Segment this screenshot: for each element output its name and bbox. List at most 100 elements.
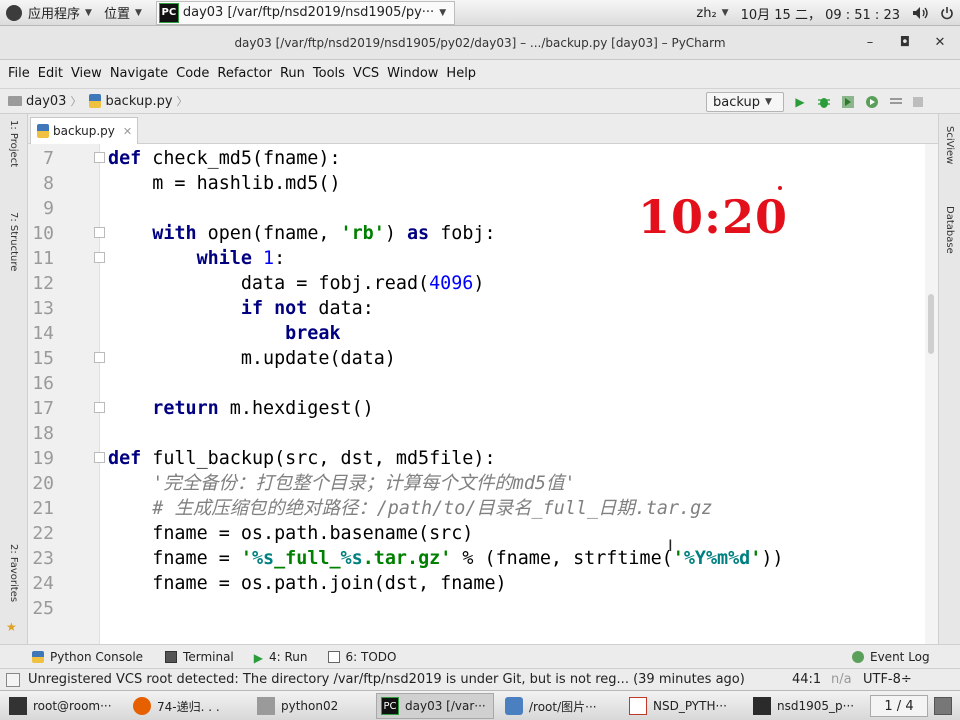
todo-icon bbox=[327, 650, 340, 663]
maximize-button[interactable]: ◘ bbox=[895, 35, 915, 50]
structure-tool-tab[interactable]: 7: Structure bbox=[8, 212, 19, 271]
coverage-icon[interactable] bbox=[840, 94, 856, 110]
clock[interactable]: 10月 15 二， 09 : 51 : 23 bbox=[735, 0, 906, 26]
taskbar-item-label: nsd1905_p··· bbox=[777, 699, 855, 713]
fold-marker[interactable] bbox=[94, 252, 105, 263]
code-editor[interactable]: 7 8 9 10 11 12 13 14 15 16 17 18 19 20 2… bbox=[28, 144, 938, 644]
stop-icon[interactable] bbox=[910, 94, 926, 110]
taskbar-item-document[interactable]: NSD_PYTH··· bbox=[624, 693, 742, 719]
fold-marker[interactable] bbox=[94, 352, 105, 363]
concurrency-icon[interactable] bbox=[888, 94, 904, 110]
editor-tab-backup[interactable]: backup.py ✕ bbox=[30, 117, 138, 144]
comment: # 生成压缩包的绝对路径：/path/to/目录名_full_日期.tar.gz bbox=[152, 498, 713, 519]
fold-marker[interactable] bbox=[94, 402, 105, 413]
number-literal: 1 bbox=[263, 248, 275, 269]
pycharm-icon: PC bbox=[158, 2, 179, 23]
menu-code[interactable]: Code bbox=[172, 66, 213, 81]
close-icon[interactable]: ✕ bbox=[123, 125, 132, 138]
taskbar-item-video[interactable]: nsd1905_p··· bbox=[748, 693, 862, 719]
taskbar-item-firefox[interactable]: 74-递归. . . bbox=[128, 693, 246, 719]
terminal-label: Terminal bbox=[183, 649, 234, 664]
run-tool-button[interactable]: ▶ 4: Run bbox=[254, 650, 308, 665]
breadcrumb-file[interactable]: backup.py 〉 bbox=[81, 93, 188, 109]
fold-marker[interactable] bbox=[94, 227, 105, 238]
active-window-button[interactable]: PC day03 [/var/ftp/nsd2019/nsd1905/py···… bbox=[155, 0, 456, 25]
line-separator[interactable]: n/a bbox=[831, 672, 852, 687]
taskbar-item-pycharm[interactable]: PC day03 [/var··· bbox=[376, 693, 494, 719]
menu-file[interactable]: File bbox=[4, 66, 34, 81]
breadcrumb-project[interactable]: day03 〉 bbox=[0, 93, 81, 109]
code-line: if not data: bbox=[108, 296, 374, 321]
run-icon[interactable]: ▶ bbox=[792, 94, 808, 110]
project-tool-tab[interactable]: 1: Project bbox=[8, 120, 19, 167]
menu-window[interactable]: Window bbox=[383, 66, 442, 81]
line-number: 11 bbox=[32, 248, 54, 269]
taskbar-item-files[interactable]: python02 bbox=[252, 693, 370, 719]
event-log-button[interactable]: Event Log bbox=[852, 650, 930, 664]
line-number: 10 bbox=[32, 223, 54, 244]
taskbar-item-images[interactable]: /root/图片··· bbox=[500, 693, 618, 719]
menu-vcs[interactable]: VCS bbox=[349, 66, 383, 81]
chevron-down-icon: ▼ bbox=[765, 97, 772, 107]
fold-marker[interactable] bbox=[94, 452, 105, 463]
menu-run[interactable]: Run bbox=[276, 66, 309, 81]
line-number: 24 bbox=[32, 573, 54, 594]
code-line: data = fobj.read(4096) bbox=[108, 271, 485, 296]
string-literal: ' bbox=[240, 548, 252, 569]
overlay-time-annotation: 10:20 bbox=[638, 190, 789, 244]
run-configuration-select[interactable]: backup ▼ bbox=[706, 92, 784, 112]
code-line: fname = os.path.join(dst, fname) bbox=[108, 573, 507, 594]
taskbar-item-terminal[interactable]: root@room··· bbox=[4, 693, 122, 719]
code-line: fname = '%s_full_%s.tar.gz' % (fname, st… bbox=[108, 546, 783, 571]
show-desktop-icon[interactable] bbox=[934, 697, 952, 715]
line-number: 15 bbox=[32, 348, 54, 369]
editor-scrollbar[interactable] bbox=[925, 144, 938, 644]
input-method-label: zh₂ bbox=[696, 5, 717, 21]
applications-menu[interactable]: 应用程序 ▼ bbox=[0, 0, 98, 26]
status-message[interactable]: Unregistered VCS root detected: The dire… bbox=[28, 672, 745, 687]
string-literal: ' bbox=[672, 548, 684, 569]
status-bar: Unregistered VCS root detected: The dire… bbox=[0, 668, 960, 690]
menu-help[interactable]: Help bbox=[442, 66, 480, 81]
line-number: 22 bbox=[32, 523, 54, 544]
menu-refactor[interactable]: Refactor bbox=[213, 66, 276, 81]
python-console-label: Python Console bbox=[50, 649, 144, 664]
debug-icon[interactable] bbox=[816, 94, 832, 110]
star-icon[interactable]: ★ bbox=[6, 620, 17, 634]
terminal-button[interactable]: Terminal bbox=[165, 650, 234, 664]
menu-tools[interactable]: Tools bbox=[309, 66, 349, 81]
image-viewer-icon bbox=[505, 697, 523, 715]
volume-icon[interactable] bbox=[906, 0, 934, 26]
code-text: fname = bbox=[108, 548, 241, 569]
scrollbar-thumb[interactable] bbox=[928, 294, 934, 354]
favorites-tool-tab[interactable]: 2: Favorites bbox=[8, 544, 19, 602]
status-toggle-icon[interactable] bbox=[6, 673, 20, 687]
minimize-button[interactable]: – bbox=[860, 35, 880, 50]
todo-button[interactable]: 6: TODO bbox=[327, 650, 396, 664]
sciview-tool-tab[interactable]: SciView bbox=[944, 126, 955, 164]
menu-navigate[interactable]: Navigate bbox=[106, 66, 172, 81]
caret-position[interactable]: 44:1 bbox=[792, 672, 821, 687]
window-titlebar[interactable]: day03 [/var/ftp/nsd2019/nsd1905/py02/day… bbox=[0, 26, 960, 60]
workspace-pager[interactable]: 1 / 4 bbox=[870, 695, 928, 717]
overlay-dot bbox=[778, 186, 782, 190]
code-text: )) bbox=[761, 548, 784, 569]
close-button[interactable]: ✕ bbox=[930, 35, 950, 50]
keyword: if bbox=[240, 298, 264, 319]
places-menu[interactable]: 位置 ▼ bbox=[98, 0, 148, 26]
file-encoding[interactable]: UTF-8÷ bbox=[863, 672, 912, 687]
python-console-button[interactable]: Python Console bbox=[32, 650, 143, 664]
profile-icon[interactable] bbox=[864, 94, 880, 110]
chevron-down-icon: ▼ bbox=[439, 7, 447, 18]
menu-edit[interactable]: Edit bbox=[34, 66, 67, 81]
input-method-indicator[interactable]: zh₂ ▼ bbox=[690, 0, 734, 26]
database-tool-tab[interactable]: Database bbox=[944, 206, 955, 254]
editor-tab-bar: backup.py ✕ bbox=[28, 114, 938, 144]
menu-view[interactable]: View bbox=[67, 66, 106, 81]
code-text: check_md5(fname): bbox=[141, 148, 341, 169]
power-icon[interactable] bbox=[934, 0, 960, 26]
fold-marker[interactable] bbox=[94, 152, 105, 163]
